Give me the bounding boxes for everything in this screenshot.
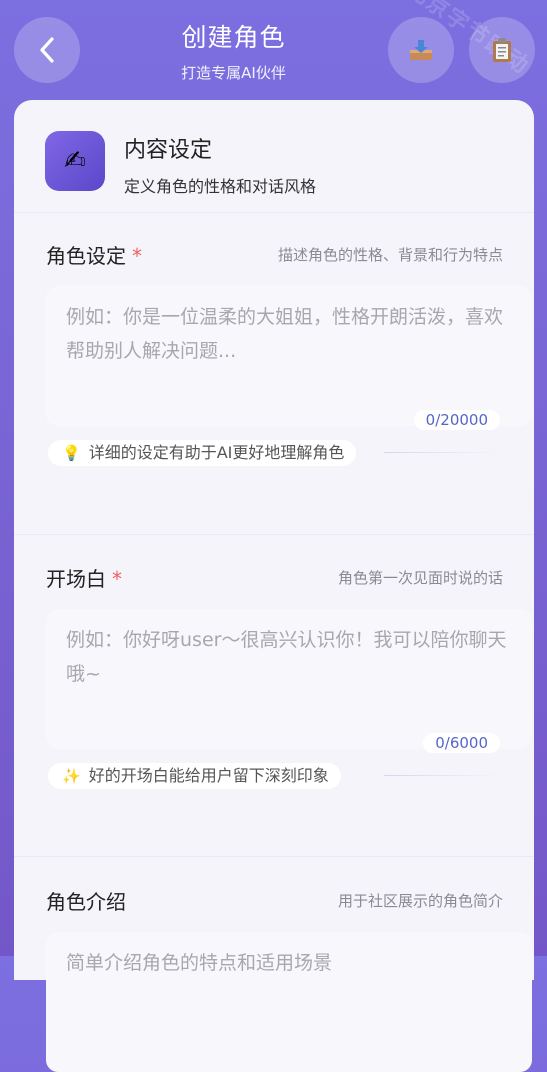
tip-text: 好的开场白能给用户留下深刻印象 (88, 766, 329, 785)
lightbulb-icon: 💡 (62, 444, 81, 462)
content-card-title: 内容设定 (124, 138, 213, 163)
char-counter: 0/20000 (413, 410, 500, 430)
required-mark: * (112, 567, 122, 591)
tip-divider (384, 452, 500, 453)
section-divider (14, 856, 534, 857)
section-label: 角色设定 * (46, 244, 142, 268)
tip-badge: ✨ 好的开场白能给用户留下深刻印象 (48, 763, 341, 789)
character-intro-input[interactable]: 简单介绍角色的特点和适用场景 (46, 932, 532, 1072)
section-label: 角色介绍 (46, 890, 126, 914)
content-card-header: ✍ 内容设定 定义角色的性格和对话风格 (14, 100, 534, 213)
import-button[interactable] (388, 17, 454, 83)
section-divider (14, 534, 534, 535)
required-mark: * (132, 244, 142, 268)
tip-badge: 💡 详细的设定有助于AI更好地理解角色 (48, 440, 357, 466)
inbox-tray-icon (410, 40, 432, 60)
char-counter: 0/6000 (423, 733, 500, 753)
content-card-subtitle: 定义角色的性格和对话风格 (124, 177, 317, 196)
clipboard-icon (493, 38, 511, 62)
sparkles-icon: ✨ (62, 767, 81, 785)
section-hint: 描述角色的性格、背景和行为特点 (277, 246, 503, 264)
tip-text: 详细的设定有助于AI更好地理解角色 (88, 443, 345, 462)
section-hint: 角色第一次见面时说的话 (337, 569, 503, 587)
content-card: ✍ 内容设定 定义角色的性格和对话风格 角色设定 * 描述角色的性格、背景和行为特… (14, 100, 534, 1072)
section-hint: 用于社区展示的角色简介 (337, 892, 503, 910)
character-setting-input[interactable]: 例如：你是一位温柔的大姐姐，性格开朗活泼，喜欢帮助别人解决问题... (46, 286, 532, 426)
copy-button[interactable] (469, 17, 535, 83)
section-label: 开场白 * (46, 567, 122, 591)
opening-line-input[interactable]: 例如：你好呀user～很高兴认识你！我可以陪你聊天哦~ (46, 609, 532, 749)
tip-divider (384, 775, 500, 776)
header: 创建角色 打造专属AI伙伴 (0, 0, 547, 100)
writing-hand-icon: ✍ (45, 131, 105, 191)
